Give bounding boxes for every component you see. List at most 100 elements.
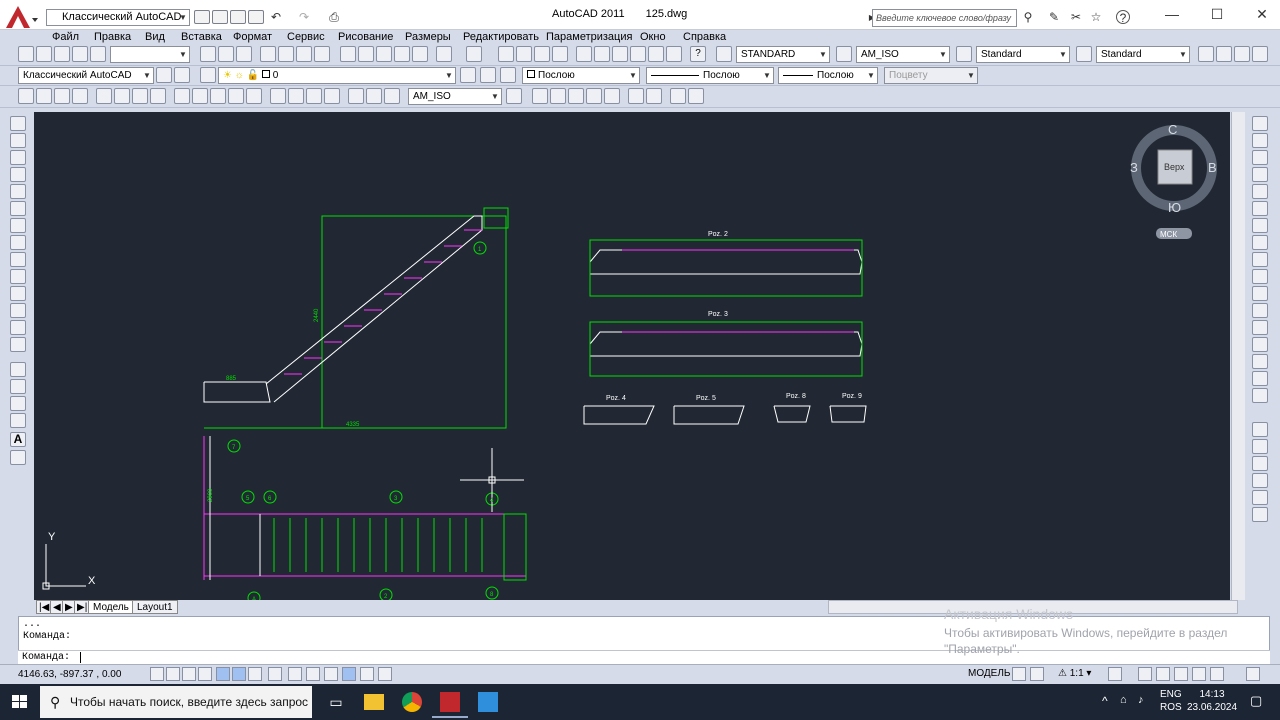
menu-help[interactable]: Справка <box>683 30 726 44</box>
save-button[interactable] <box>230 10 246 24</box>
paste-button[interactable] <box>376 46 392 62</box>
ellipse-arc-button[interactable] <box>10 286 26 301</box>
rectangle-button[interactable] <box>10 184 26 199</box>
color-combo[interactable]: Послою ▼ <box>522 67 640 84</box>
erase-button[interactable] <box>1252 116 1268 131</box>
line-tool-button[interactable] <box>10 116 26 131</box>
draworder-under-button[interactable] <box>1252 473 1268 488</box>
publish-button[interactable] <box>296 46 312 62</box>
quick-dim-button[interactable] <box>174 88 190 104</box>
trim-button[interactable] <box>1252 269 1268 284</box>
command-input[interactable]: Команда: <box>18 650 1270 664</box>
dim-style-icon[interactable] <box>836 46 852 62</box>
join-button[interactable] <box>1252 337 1268 352</box>
dim-diameter-button[interactable] <box>132 88 148 104</box>
table-style-combo[interactable]: Standard ▼ <box>976 46 1070 63</box>
dim-style-combo[interactable]: AM_ISO ▼ <box>856 46 950 63</box>
new-file-button[interactable] <box>194 10 210 24</box>
table-button[interactable] <box>10 413 26 428</box>
plot-icon[interactable]: ⎙ <box>326 10 342 24</box>
mirror-button[interactable] <box>1252 150 1268 165</box>
matchprop-button[interactable] <box>394 46 410 62</box>
workspace-combo[interactable]: Классический AutoCAD ▼ <box>46 9 190 26</box>
dim-jogged-button[interactable] <box>114 88 130 104</box>
tool-btn-right-3[interactable] <box>1234 46 1250 62</box>
stretch-button[interactable] <box>1252 252 1268 267</box>
array-button[interactable] <box>1252 184 1268 199</box>
viewcube-south[interactable]: Ю <box>1168 200 1181 215</box>
menu-view[interactable]: Вид <box>145 30 165 44</box>
zoom-previous-button[interactable] <box>552 46 568 62</box>
dim-ordinate-button[interactable] <box>72 88 88 104</box>
revcloud-button[interactable] <box>10 235 26 250</box>
mleader-style-combo[interactable]: Standard ▼ <box>1096 46 1190 63</box>
region-button[interactable] <box>10 396 26 411</box>
offset-button[interactable] <box>1252 167 1268 182</box>
dim-baseline-button[interactable] <box>192 88 208 104</box>
open-file-button[interactable] <box>212 10 228 24</box>
construction-line-button[interactable] <box>10 133 26 148</box>
hardware-acceleration-button[interactable] <box>1174 667 1188 681</box>
tool-btn-right-1[interactable] <box>1198 46 1214 62</box>
plotstyle-combo[interactable]: Поцвету ▼ <box>884 67 978 84</box>
scale-button[interactable] <box>1252 235 1268 250</box>
dim-style-manager-button[interactable] <box>506 88 522 104</box>
layer-states-button[interactable] <box>500 67 516 83</box>
binoculars-icon[interactable]: ⚲ <box>1020 10 1036 24</box>
dim-text-edit-button[interactable] <box>366 88 382 104</box>
workspace-settings-button[interactable] <box>156 67 172 83</box>
zoom-dynamic-button[interactable] <box>550 88 566 104</box>
dim-edit-button[interactable] <box>348 88 364 104</box>
save-toolbar-button[interactable] <box>236 46 252 62</box>
tool-btn-right-4[interactable] <box>1252 46 1268 62</box>
quickcalc-button[interactable] <box>666 46 682 62</box>
lock-ui-button[interactable] <box>1156 667 1170 681</box>
bring-text-front-button[interactable] <box>1252 490 1268 505</box>
help-icon[interactable]: ? <box>1116 10 1130 25</box>
annotation-scale[interactable]: ⚠ 1:1 ▾ <box>1058 668 1091 679</box>
model-space-label[interactable]: МОДЕЛЬ <box>968 668 1010 679</box>
dim-update-button[interactable] <box>384 88 400 104</box>
menu-service[interactable]: Сервис <box>287 30 325 44</box>
markup-button[interactable] <box>648 46 664 62</box>
tool-btn-1[interactable] <box>18 46 34 62</box>
maximize-button[interactable]: ☐ <box>1203 4 1231 24</box>
lineweight-combo[interactable]: Послою ▼ <box>778 67 878 84</box>
designcenter-button[interactable] <box>594 46 610 62</box>
menu-edit[interactable]: Правка <box>94 30 131 44</box>
viewcube-east[interactable]: В <box>1208 160 1217 175</box>
menu-insert[interactable]: Вставка <box>181 30 222 44</box>
center-mark-button[interactable] <box>288 88 304 104</box>
menu-window[interactable]: Окно <box>640 30 666 44</box>
draworder-back-button[interactable] <box>1252 439 1268 454</box>
dyn-toggle[interactable] <box>306 667 320 681</box>
layer-manager-button[interactable] <box>200 67 216 83</box>
sheetset-button[interactable] <box>630 46 646 62</box>
draworder-above-button[interactable] <box>1252 456 1268 471</box>
help-search-input[interactable]: Введите ключевое слово/фразу <box>872 9 1017 27</box>
move-button[interactable] <box>1252 201 1268 216</box>
insert-block-button[interactable] <box>10 303 26 318</box>
network-icon[interactable]: ⌂ <box>1120 694 1127 706</box>
tab-layout1[interactable]: Layout1 <box>132 600 178 614</box>
arc-button[interactable] <box>10 201 26 216</box>
extend-button[interactable] <box>1252 286 1268 301</box>
favorites-star-icon[interactable]: ☆ <box>1088 10 1104 24</box>
menu-modify[interactable]: Редактировать <box>463 30 539 44</box>
circle-button[interactable] <box>10 218 26 233</box>
zoom-realtime-button[interactable] <box>516 46 532 62</box>
volume-icon[interactable]: ♪ <box>1138 694 1144 706</box>
redo-icon[interactable]: ↷ <box>296 10 312 24</box>
clock[interactable]: 14:13 23.06.2024 <box>1186 688 1238 714</box>
grid-toggle[interactable] <box>182 667 196 681</box>
cut-button[interactable] <box>340 46 356 62</box>
workspace-gear-button[interactable] <box>174 67 190 83</box>
text-style-icon[interactable] <box>716 46 732 62</box>
task-view-icon[interactable]: ▭ <box>318 686 354 718</box>
tools-icon[interactable]: ✂ <box>1068 10 1084 24</box>
menu-format[interactable]: Формат <box>233 30 272 44</box>
clean-screen-button[interactable] <box>1246 667 1260 681</box>
snap-toggle[interactable] <box>166 667 180 681</box>
zoom-window-button[interactable] <box>534 46 550 62</box>
tray-chevron-icon[interactable]: ^ <box>1102 694 1108 708</box>
